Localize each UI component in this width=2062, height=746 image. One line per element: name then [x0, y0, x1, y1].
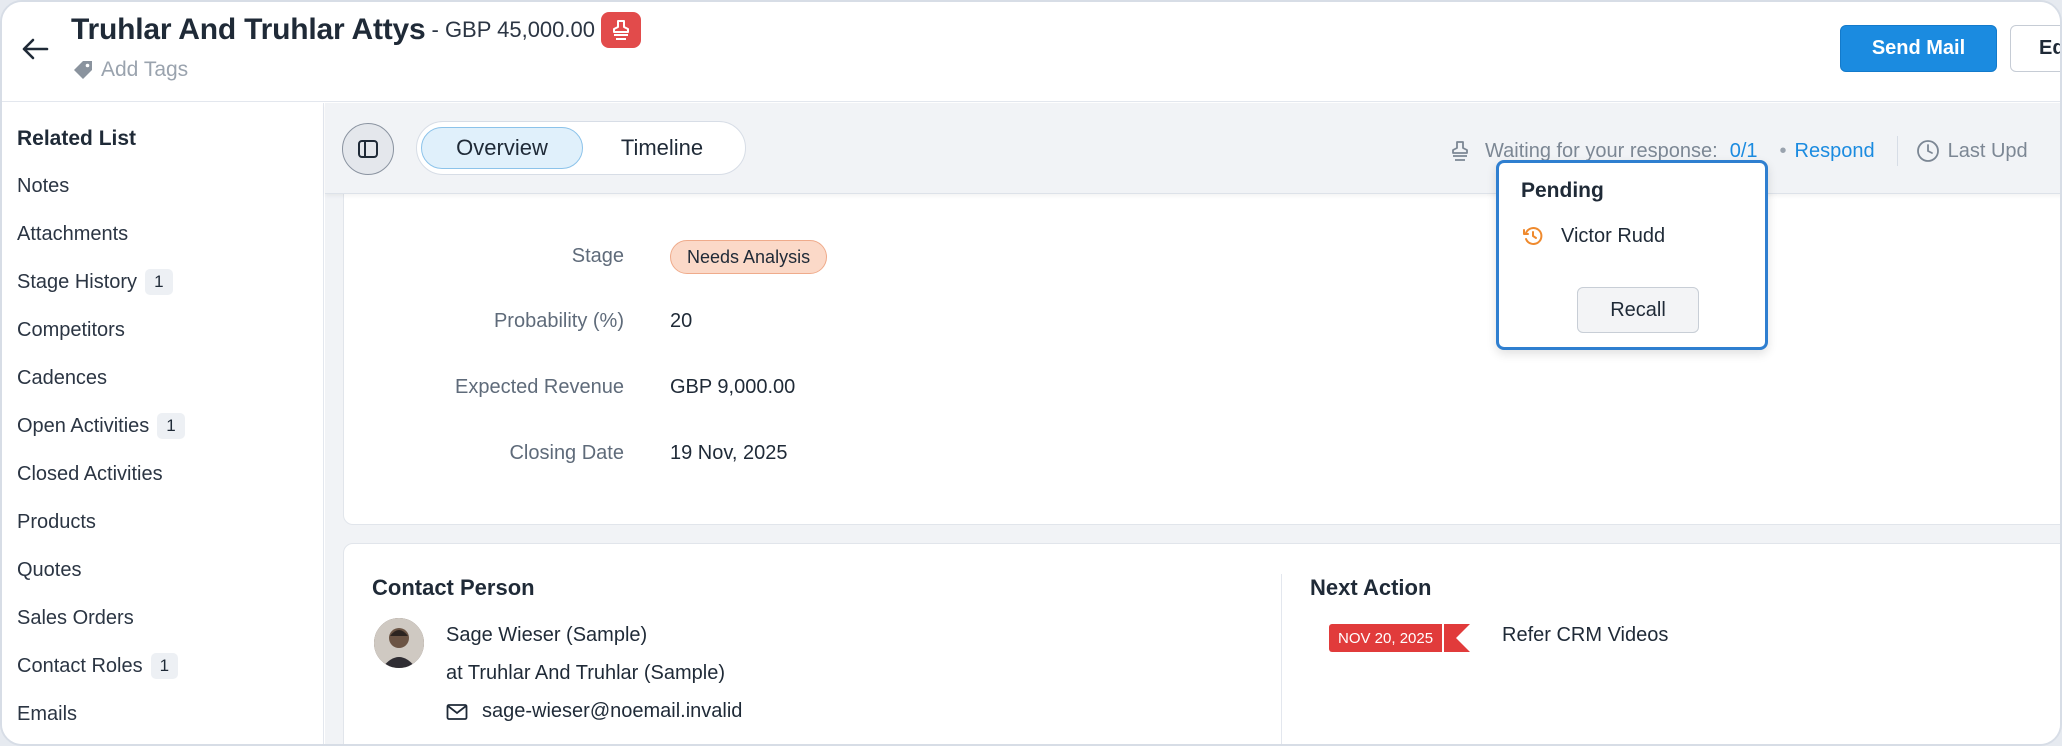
count-badge: 1	[150, 653, 179, 679]
respond-link[interactable]: Respond	[1795, 140, 1875, 163]
sidebar-item-label: Competitors	[17, 319, 125, 341]
sidebar-toggle-icon	[358, 140, 378, 158]
sidebar-item-label: Quotes	[17, 559, 82, 581]
main-content: Overview Timeline Waiting for your respo…	[325, 103, 2060, 744]
sidebar-item-closed-activities[interactable]: Closed Activities	[17, 463, 163, 486]
tab-timeline[interactable]: Timeline	[587, 127, 737, 169]
contact-name[interactable]: Sage Wieser (Sample)	[446, 624, 647, 647]
popover-title: Pending	[1521, 179, 1604, 202]
next-action-date-flag: NOV 20, 2025	[1329, 624, 1471, 652]
history-icon	[1521, 224, 1545, 248]
related-list-sidebar: Related List Notes Attachments Stage His…	[2, 103, 324, 744]
review-process-icon	[1447, 138, 1473, 164]
sidebar-item-label: Closed Activities	[17, 463, 163, 485]
app-window: Truhlar And Truhlar Attys - GBP 45,000.0…	[0, 0, 2062, 746]
contact-email[interactable]: sage-wieser@noemail.invalid	[482, 700, 742, 723]
sidebar-item-label: Notes	[17, 175, 70, 197]
next-action-title: Next Action	[1310, 575, 1432, 600]
sidebar-item-competitors[interactable]: Competitors	[17, 319, 125, 342]
sidebar-item-contact-roles[interactable]: Contact Roles 1	[17, 653, 179, 679]
sidebar-item-notes[interactable]: Notes	[17, 175, 69, 198]
sidebar-item-sales-orders[interactable]: Sales Orders	[17, 607, 134, 630]
contact-email-row: sage-wieser@noemail.invalid	[446, 700, 742, 723]
tag-icon	[71, 58, 95, 82]
back-arrow-icon[interactable]	[18, 32, 52, 66]
pending-approval-popover: Pending Victor Rudd Recall	[1496, 160, 1768, 350]
toggle-panel-button[interactable]	[342, 123, 394, 175]
sidebar-item-open-activities[interactable]: Open Activities 1	[17, 413, 185, 439]
expected-revenue-label: Expected Revenue	[454, 376, 624, 398]
contact-company[interactable]: at Truhlar And Truhlar (Sample)	[446, 662, 725, 685]
expected-revenue-value[interactable]: GBP 9,000.00	[670, 376, 795, 399]
sidebar-item-label: Cadences	[17, 367, 108, 389]
probability-label: Probability (%)	[493, 310, 624, 332]
stage-label: Stage	[571, 245, 624, 267]
sidebar-item-label: Stage History	[17, 270, 138, 293]
mail-icon	[446, 703, 468, 721]
avatar[interactable]	[374, 618, 424, 668]
contact-next-action-card: Contact Person Sage Wieser (Sample) at T…	[343, 543, 2060, 744]
sidebar-item-label: Attachments	[17, 223, 129, 245]
pending-user-name: Victor Rudd	[1561, 224, 1666, 247]
separator-dot: •	[1779, 139, 1787, 162]
next-action-date: NOV 20, 2025	[1329, 624, 1443, 652]
closing-date-value[interactable]: 19 Nov, 2025	[670, 442, 788, 465]
stage-badge[interactable]: Needs Analysis	[670, 240, 828, 274]
edit-button[interactable]: Ed	[2010, 25, 2060, 72]
sidebar-item-label: Sales Orders	[17, 607, 134, 629]
view-tabs: Overview Timeline	[416, 121, 746, 175]
sidebar-item-label: Emails	[17, 703, 78, 725]
record-title-row: Truhlar And Truhlar Attys - GBP 45,000.0…	[71, 12, 641, 48]
pending-user-row: Victor Rudd	[1521, 224, 1665, 248]
record-header: Truhlar And Truhlar Attys - GBP 45,000.0…	[2, 2, 2060, 102]
review-process-icon[interactable]	[601, 12, 641, 48]
count-badge: 1	[145, 269, 173, 295]
tab-overview[interactable]: Overview	[421, 127, 583, 169]
flag-icon	[1442, 624, 1471, 652]
deal-fields-card: Deal Owner Victor Rudd Stage Needs Analy…	[343, 163, 2060, 525]
probability-value[interactable]: 20	[670, 310, 692, 333]
sidebar-item-attachments[interactable]: Attachments	[17, 223, 128, 246]
record-amount: - GBP 45,000.00	[431, 17, 596, 42]
sidebar-item-cadences[interactable]: Cadences	[17, 367, 107, 390]
add-tags-label: Add Tags	[101, 58, 189, 81]
count-badge: 1	[157, 413, 185, 439]
sidebar-item-products[interactable]: Products	[17, 511, 96, 534]
sidebar-item-label: Contact Roles	[17, 654, 143, 677]
sidebar-item-label: Products	[17, 511, 96, 533]
related-list-heading: Related List	[17, 127, 137, 150]
detail-toolbar: Overview Timeline Waiting for your respo…	[325, 103, 2060, 194]
divider	[1281, 574, 1282, 744]
last-updated-label: Last Upd	[1947, 139, 2028, 162]
sidebar-item-emails[interactable]: Emails	[17, 703, 77, 726]
next-action-task[interactable]: Refer CRM Videos	[1502, 624, 1668, 647]
recall-button[interactable]: Recall	[1577, 287, 1699, 333]
send-mail-button[interactable]: Send Mail	[1840, 25, 1997, 72]
divider	[1896, 136, 1898, 166]
sidebar-item-stage-history[interactable]: Stage History 1	[17, 269, 173, 295]
clock-icon	[1916, 139, 1940, 163]
contact-person-title: Contact Person	[372, 575, 535, 600]
record-title: Truhlar And Truhlar Attys	[71, 13, 426, 46]
add-tags-link[interactable]: Add Tags	[71, 58, 188, 82]
closing-date-label: Closing Date	[509, 442, 624, 464]
sidebar-item-label: Open Activities	[17, 414, 150, 437]
sidebar-item-quotes[interactable]: Quotes	[17, 559, 81, 582]
